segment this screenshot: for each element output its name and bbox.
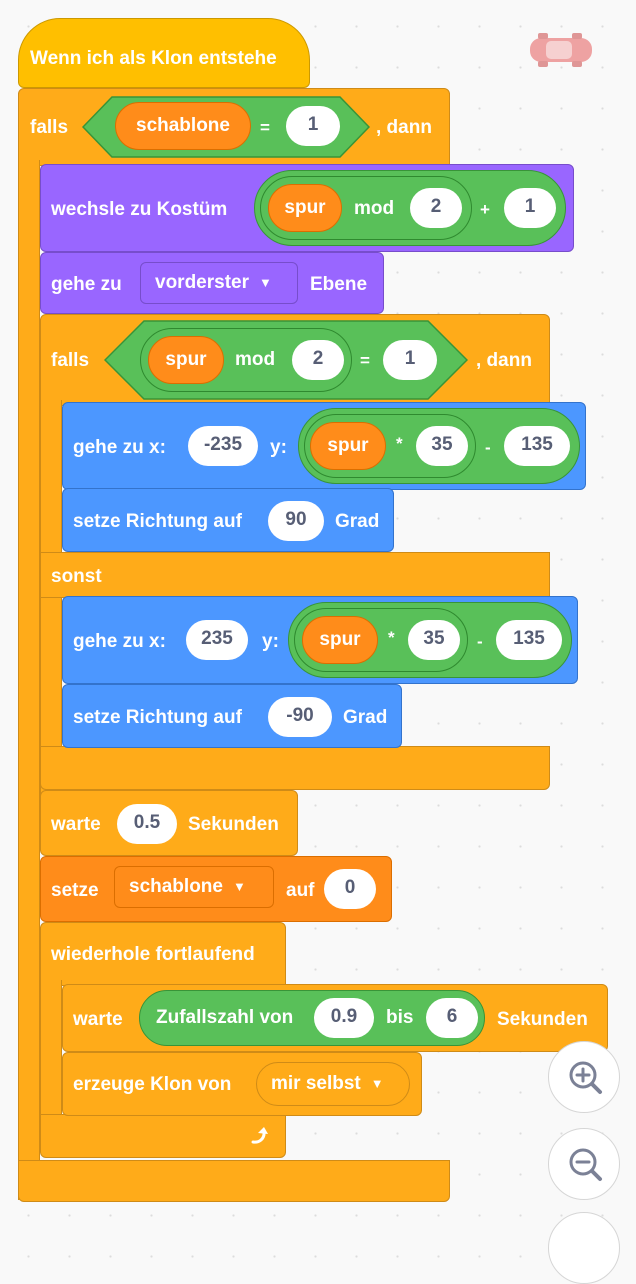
- direction-input[interactable]: 90: [268, 501, 324, 541]
- variable-dropdown[interactable]: schablone ▼: [114, 866, 274, 908]
- spur-variable[interactable]: spur: [148, 336, 224, 384]
- if-else-footer: [40, 746, 550, 790]
- spur-variable[interactable]: spur: [268, 184, 342, 232]
- spur-variable[interactable]: spur: [302, 616, 378, 664]
- switch-costume-label: wechsle zu Kostüm: [51, 199, 228, 220]
- when-i-start-as-clone-hat-block[interactable]: Wenn ich als Klon entstehe: [18, 18, 310, 88]
- mod-label: mod: [235, 349, 276, 370]
- spur-variable[interactable]: spur: [310, 422, 386, 470]
- degree-suffix: Grad: [335, 511, 380, 532]
- multiply-value-input[interactable]: 35: [416, 426, 468, 466]
- minus-sign: -: [477, 632, 483, 651]
- seconds-suffix: Sekunden: [497, 1009, 588, 1030]
- seconds-suffix: Sekunden: [188, 814, 279, 835]
- if-else-arm: [40, 400, 62, 796]
- set-value-input[interactable]: 0: [324, 869, 376, 909]
- to-label: bis: [386, 1007, 414, 1028]
- forever-label: wiederhole fortlaufend: [51, 944, 255, 965]
- equals-sign: =: [360, 351, 370, 370]
- point-direction-label: setze Richtung auf: [73, 511, 242, 532]
- wait-label: warte: [73, 1009, 123, 1030]
- subtract-value-input[interactable]: 135: [496, 620, 562, 660]
- point-direction-label: setze Richtung auf: [73, 707, 242, 728]
- layer-suffix: Ebene: [310, 274, 368, 295]
- if-label: falls: [51, 350, 90, 371]
- variable-dropdown-value: schablone: [129, 876, 223, 898]
- compare-value-input[interactable]: 1: [383, 340, 437, 380]
- forever-arm: [40, 980, 62, 1120]
- random-from-input[interactable]: 0.9: [314, 998, 374, 1038]
- then-label: , dann: [376, 117, 432, 138]
- chevron-down-icon: ▼: [259, 275, 272, 290]
- else-section: sonst: [40, 552, 550, 598]
- degree-suffix: Grad: [343, 707, 388, 728]
- equals-sign: =: [260, 118, 270, 137]
- zoom-reset-button[interactable]: [548, 1212, 620, 1284]
- if-label: falls: [30, 117, 69, 138]
- multiply-value-input[interactable]: 35: [408, 620, 460, 660]
- hat-label: Wenn ich als Klon entstehe: [30, 48, 277, 69]
- set-label: setze: [51, 880, 99, 901]
- times-sign: *: [388, 628, 395, 647]
- zoom-in-button[interactable]: [548, 1041, 620, 1113]
- random-to-input[interactable]: 6: [426, 998, 478, 1038]
- clone-target-value: mir selbst: [271, 1073, 361, 1095]
- x-input[interactable]: 235: [186, 620, 248, 660]
- if-block-footer: [18, 1160, 450, 1202]
- y-label: y:: [262, 631, 279, 652]
- mod-value-input[interactable]: 2: [410, 188, 462, 228]
- y-label: y:: [270, 437, 287, 458]
- mod-label: mod: [354, 198, 395, 219]
- chevron-down-icon: ▼: [232, 879, 246, 894]
- zoom-out-icon: [569, 1148, 602, 1181]
- mod-value-input[interactable]: 2: [292, 340, 344, 380]
- zoom-in-icon: [569, 1061, 602, 1094]
- subtract-value-input[interactable]: 135: [504, 426, 570, 466]
- forever-block[interactable]: wiederhole fortlaufend: [40, 922, 286, 986]
- then-label: , dann: [476, 350, 532, 371]
- direction-input[interactable]: -90: [268, 697, 332, 737]
- chevron-down-icon: ▼: [370, 1076, 384, 1091]
- to-label: auf: [286, 880, 315, 901]
- minus-sign: -: [485, 438, 491, 457]
- plus-sign: +: [480, 200, 490, 219]
- layer-dropdown[interactable]: vorderster ▼: [140, 262, 298, 304]
- go-to-x-label: gehe zu x:: [73, 631, 166, 652]
- clone-target-dropdown[interactable]: mir selbst ▼: [256, 1062, 410, 1106]
- add-value-input[interactable]: 1: [504, 188, 556, 228]
- wait-label: warte: [51, 814, 101, 835]
- else-label: sonst: [51, 566, 102, 587]
- x-input[interactable]: -235: [188, 426, 258, 466]
- point-in-direction-block[interactable]: setze Richtung auf Grad: [62, 488, 394, 552]
- create-clone-label: erzeuge Klon von: [73, 1074, 232, 1095]
- layer-dropdown-value: vorderster: [155, 272, 249, 294]
- go-to-layer-label: gehe zu: [51, 274, 122, 295]
- schablone-variable[interactable]: schablone: [115, 102, 251, 150]
- random-label: Zufallszahl von: [156, 1007, 294, 1028]
- loop-arrow-icon: [248, 1124, 272, 1148]
- go-to-x-label: gehe zu x:: [73, 437, 166, 458]
- car-sprite-icon: [528, 30, 594, 70]
- times-sign: *: [396, 434, 403, 453]
- zoom-out-button[interactable]: [548, 1128, 620, 1200]
- point-in-direction-block[interactable]: setze Richtung auf Grad: [62, 684, 402, 748]
- if-block-arm: [18, 160, 40, 1200]
- compare-value-input[interactable]: 1: [286, 106, 340, 146]
- wait-seconds-input[interactable]: 0.5: [117, 804, 177, 844]
